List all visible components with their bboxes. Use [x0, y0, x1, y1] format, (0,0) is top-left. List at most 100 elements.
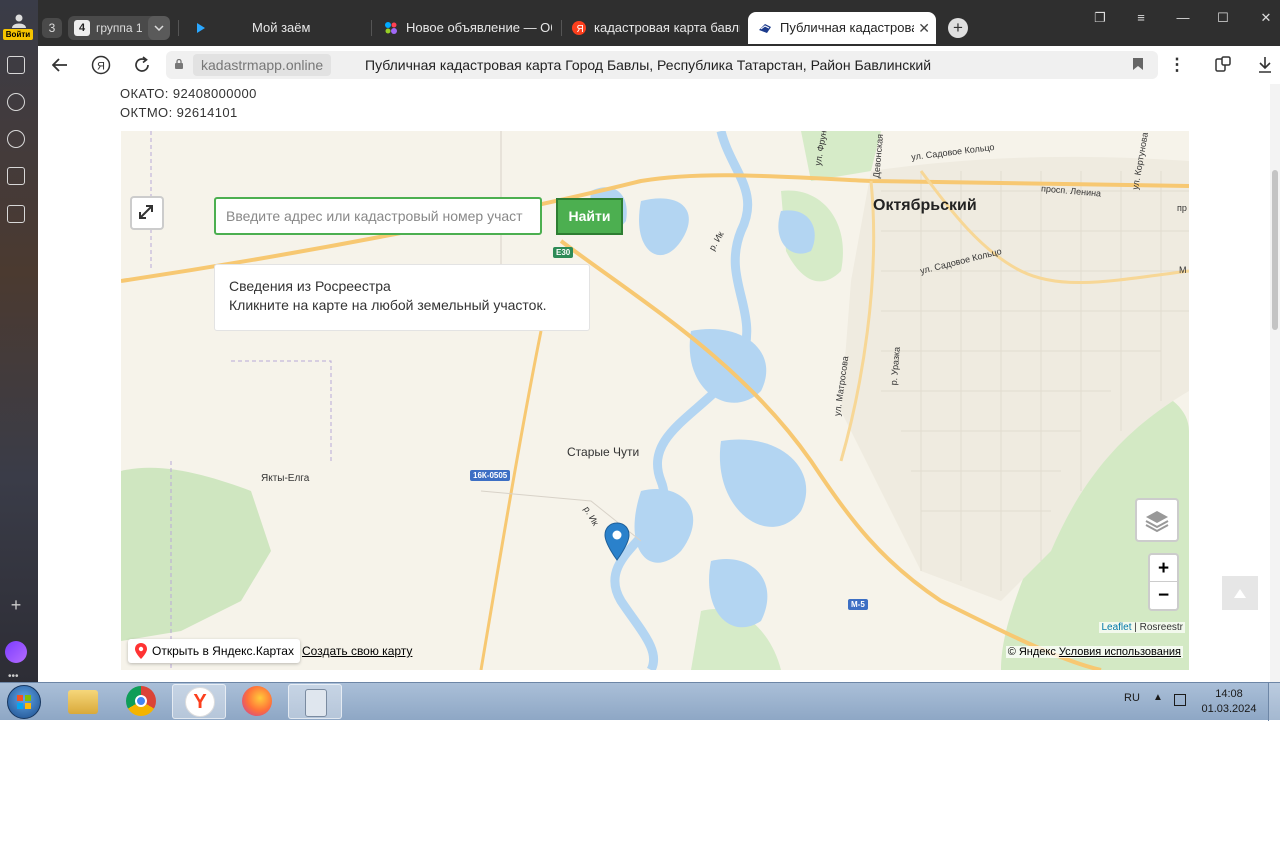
okato-code: ОКАТО: 92408000000: [120, 86, 257, 101]
kadastr-favicon-icon: [759, 24, 771, 33]
add-panel-icon[interactable]: +: [7, 596, 25, 614]
new-tab-button[interactable]: +: [948, 18, 968, 38]
more-icon[interactable]: •••: [8, 672, 19, 682]
create-map-link[interactable]: Создать свою карту: [302, 644, 412, 658]
close-window-icon[interactable]: ✕: [1256, 10, 1276, 26]
taskbar-firefox[interactable]: [230, 684, 284, 719]
system-clock[interactable]: 14:08 01.03.2024: [1198, 687, 1260, 717]
browser-sidebar: Войти + •••: [0, 0, 38, 682]
profile-button[interactable]: Войти: [2, 14, 36, 42]
layers-button[interactable]: [1135, 498, 1179, 542]
extensions-icon: [1215, 56, 1231, 72]
group-counter: 4: [74, 20, 90, 36]
scrollbar-thumb[interactable]: [1272, 170, 1278, 330]
road-badge-e30: E30: [553, 247, 574, 258]
address-bar[interactable]: kadastrmapp.online Публичная кадастровая…: [166, 51, 1158, 79]
tab-publichnaya-kadastrovaya[interactable]: Публичная кадастрова ✕: [748, 12, 936, 44]
zoom-control: + −: [1148, 553, 1179, 611]
zaem-favicon-icon: [197, 23, 205, 33]
map[interactable]: Октябрьский Старые Чути Якты-Елга ул. Са…: [121, 131, 1189, 670]
maximize-icon[interactable]: ☐: [1213, 10, 1233, 26]
tab-title: Публичная кадастрова: [780, 20, 914, 35]
alice-icon[interactable]: [5, 641, 27, 663]
rosreestr-attribution: Rosreestr: [1139, 622, 1183, 633]
yandex-home-button[interactable]: Я: [90, 54, 112, 76]
fullscreen-button[interactable]: [130, 196, 164, 230]
taskbar-explorer[interactable]: [56, 684, 110, 719]
yandex-logo-icon: Я: [91, 55, 111, 75]
arrow-left-icon: [51, 58, 67, 72]
arrow-up-icon: [1234, 589, 1246, 598]
downloads-button[interactable]: [1254, 54, 1276, 76]
tab-title: Новое объявление — Об: [406, 20, 552, 35]
screenshot-icon[interactable]: [7, 205, 25, 223]
screen: Войти + ••• 3 4 группа 1 Мой заём Новое …: [0, 0, 1280, 845]
menu-icon[interactable]: ≡: [1131, 10, 1151, 26]
extensions-button[interactable]: [1212, 54, 1234, 76]
calculator-icon: [305, 689, 327, 717]
tab-manager-icon[interactable]: ❐: [1090, 10, 1110, 26]
collections-icon[interactable]: [7, 56, 25, 74]
reload-icon: [135, 56, 149, 72]
more-menu-button[interactable]: ⋮: [1166, 54, 1188, 76]
start-button[interactable]: [7, 685, 41, 719]
chrome-icon: [126, 686, 156, 716]
open-in-yandex-maps-button[interactable]: Открыть в Яндекс.Картах: [128, 639, 300, 663]
tab-close-icon[interactable]: ✕: [918, 12, 930, 44]
tab-title: Мой заём: [252, 20, 311, 35]
minimize-icon[interactable]: —: [1173, 10, 1193, 26]
tray-expand-icon[interactable]: ▲: [1153, 692, 1163, 703]
language-indicator[interactable]: RU: [1124, 692, 1140, 704]
city-label: Октябрьский: [873, 197, 977, 214]
street-label: М: [1179, 265, 1187, 275]
yandex-favicon-icon: Я: [572, 21, 586, 35]
scroll-to-top-button[interactable]: [1222, 576, 1258, 610]
taskbar-yandex-browser[interactable]: Y: [172, 684, 226, 719]
domain-chip[interactable]: kadastrmapp.online: [193, 54, 332, 76]
village-label: Старые Чути: [567, 445, 640, 459]
taskbar-chrome[interactable]: [114, 684, 168, 719]
history-icon[interactable]: [7, 93, 25, 111]
zoom-out-button[interactable]: −: [1150, 582, 1177, 609]
page-scrollbar[interactable]: [1270, 84, 1280, 682]
map-attribution: Leaflet | Rosreestr: [1099, 622, 1185, 633]
back-button[interactable]: [49, 54, 71, 76]
leaflet-link[interactable]: Leaflet: [1101, 622, 1131, 633]
address-toolbar: Я kadastrmapp.online Публичная кадастров…: [38, 46, 1280, 84]
search-button[interactable]: Найти: [556, 198, 623, 235]
tab-title: кадастровая карта бавлы: [594, 20, 740, 35]
oktmo-code: ОКТМО: 92614101: [120, 105, 238, 120]
network-icon[interactable]: [1174, 694, 1186, 706]
tab-moi-zaem[interactable]: Мой заём: [184, 12, 370, 44]
video-icon[interactable]: [7, 130, 25, 148]
page-title: Публичная кадастровая карта Город Бавлы,…: [365, 57, 932, 73]
group-expand-button[interactable]: [148, 16, 170, 40]
bookmark-icon[interactable]: [1132, 57, 1144, 71]
browser-window: Войти + ••• 3 4 группа 1 Мой заём Новое …: [0, 0, 1280, 682]
taskbar-calculator[interactable]: [288, 684, 342, 719]
village-label: Якты-Елга: [261, 473, 310, 484]
lock-icon: [175, 59, 183, 69]
yandex-terms: © Яндекс Условия использования: [1005, 646, 1183, 658]
attribution-separator: |: [1131, 622, 1140, 633]
terms-of-use-link[interactable]: Условия использования: [1059, 646, 1181, 658]
layers-icon: [1145, 511, 1169, 533]
taskbar: Y RU ▲ 14:08 01.03.2024: [0, 682, 1280, 721]
map-pin-icon: [135, 643, 147, 659]
map-marker-icon[interactable]: [604, 522, 630, 562]
calendar-7-icon[interactable]: [7, 167, 25, 185]
tab-bar: 3 4 группа 1 Мой заём Новое объявление —…: [38, 0, 1280, 46]
search-input[interactable]: Введите адрес или кадастровый номер учас…: [214, 197, 542, 235]
tab-kadastrovaya-karta[interactable]: Я кадастровая карта бавлы: [562, 12, 748, 44]
expand-icon: [139, 205, 153, 219]
tab-novoe-obyavlenie[interactable]: Новое объявление — Об: [374, 12, 560, 44]
reload-button[interactable]: [131, 54, 153, 76]
tab-counter[interactable]: 3: [42, 18, 62, 38]
yandex-copyright: © Яндекс: [1007, 646, 1059, 658]
road-badge-16k: 16К-0505: [470, 470, 511, 481]
info-title: Сведения из Росреестра: [229, 278, 391, 294]
road-badge-m5: М-5: [848, 599, 868, 610]
zoom-in-button[interactable]: +: [1150, 555, 1177, 582]
tab-separator: [371, 20, 372, 36]
show-desktop-button[interactable]: [1268, 683, 1280, 721]
